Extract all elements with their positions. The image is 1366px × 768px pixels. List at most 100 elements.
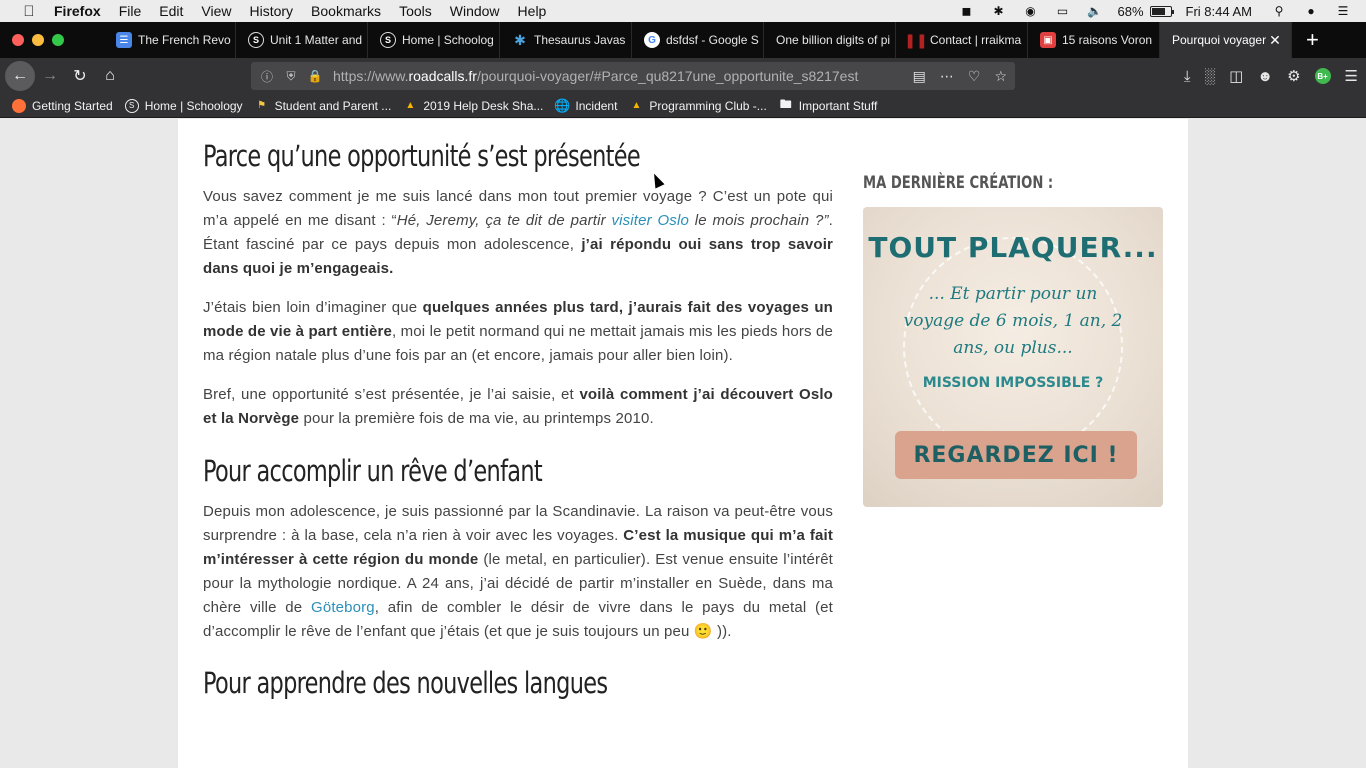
heading-opportunite: Parce qu’une opportunité s’est présentée [203,139,641,173]
drive-icon: ▲ [631,100,642,111]
promo-banner[interactable]: TOUT PLAQUER... ... Et partir pour un vo… [863,207,1163,507]
wifi-icon[interactable]: ◉ [1022,4,1040,18]
bookmark-label: Student and Parent ... [274,98,392,113]
firefox-icon [12,98,26,113]
bluetooth-icon[interactable]: ✱ [990,4,1008,18]
bars-icon: ❚❚ [904,31,928,48]
promo-subline: ... Et partir pour un voyage de 6 mois, … [903,284,1123,358]
tracking-shield-icon[interactable]: ⛨ [283,69,299,84]
bookmark-label: Getting Started [32,98,113,113]
menu-window[interactable]: Window [450,3,500,19]
bookmark-help-desk[interactable]: ▲ 2019 Help Desk Sha... [403,99,543,113]
tab-strip: ☰ The French Revo S Unit 1 Matter and S … [0,22,1366,58]
reload-icon[interactable]: ↻ [65,61,95,91]
library-icon[interactable]: ░ [1204,68,1215,85]
tab-google-search[interactable]: G dsfdsf - Google S [632,22,764,58]
bookmark-student-parent[interactable]: ⚑ Student and Parent ... [255,98,392,113]
promo-question: MISSION IMPOSSIBLE ? [922,375,1104,391]
close-tab-icon[interactable]: ✕ [1267,32,1283,49]
extension-icon[interactable]: ⚙ [1287,67,1300,85]
bookmark-important-stuff[interactable]: 🖿 Important Stuff [779,97,878,113]
menu-view[interactable]: View [201,3,231,19]
article: Parce qu’une opportunité s’est présentée… [203,139,833,712]
notification-center-icon[interactable]: ☰ [1334,4,1352,18]
schoology-icon: S [248,32,264,48]
menu-edit[interactable]: Edit [159,3,183,19]
menu-history[interactable]: History [249,3,293,19]
tab-schoology-home[interactable]: S Home | Schoolog [368,22,500,58]
paragraph-4: Depuis mon adolescence, je suis passionn… [203,503,834,640]
flag-icon: ⚑ [257,100,267,111]
tab-label: 15 raisons Voron [1062,33,1153,47]
cube-icon[interactable]: ◼ [958,4,976,18]
bookmark-schoology-home[interactable]: S Home | Schoology [124,98,243,113]
paragraph-2: J’étais bien loin d’imaginer que quelque… [203,299,833,364]
tab-label: Contact | rraikma [930,33,1022,47]
macos-menu-bar:  Firefox File Edit View History Bookmar… [0,0,1366,22]
tab-label: Home | Schoolog [402,33,494,47]
tab-pi-digits[interactable]: One billion digits of pi [764,22,896,58]
volume-icon[interactable]: 🔈 [1086,4,1104,18]
downloads-icon[interactable]: ⤓ [1184,68,1191,85]
menu-file[interactable]: File [119,3,142,19]
minimize-window-button[interactable] [32,34,44,46]
pocket-icon[interactable]: ♡ [968,68,981,85]
menu-clock[interactable]: Fri 8:44 AM [1186,4,1252,19]
airplay-icon[interactable]: ▭ [1054,4,1072,18]
bookmark-programming-club[interactable]: ▲ Programming Club -... [629,99,766,113]
heading-langues: Pour apprendre des nouvelles langues [203,666,608,700]
tab-label: The French Revo [138,33,231,47]
url-bar[interactable]: ⓘ ⛨ 🔒 https://www.roadcalls.fr/pourquoi-… [251,62,1015,90]
heading-reve-enfant: Pour accomplir un rêve d’enfant [203,454,543,488]
home-icon[interactable]: ⌂ [95,61,125,91]
menu-bookmarks[interactable]: Bookmarks [311,3,381,19]
tab-pourquoi-voyager[interactable]: Pourquoi voyager ✕ [1160,22,1292,58]
close-window-button[interactable] [12,34,24,46]
tab-french-revolution[interactable]: ☰ The French Revo [104,22,236,58]
bookmark-star-icon[interactable]: ☆ [994,68,1007,85]
zoom-window-button[interactable] [52,34,64,46]
tab-unit1-matter[interactable]: S Unit 1 Matter and [236,22,368,58]
tab-thesaurus[interactable]: ✱ Thesaurus Javas [500,22,632,58]
account-icon[interactable]: ☻ [1257,68,1273,85]
siri-icon[interactable]: ● [1302,4,1320,18]
new-tab-icon[interactable]: + [1306,27,1319,53]
lock-icon[interactable]: 🔒 [307,69,323,83]
forward-arrow-icon[interactable]: → [35,61,65,91]
extension-b-plus-icon[interactable]: B+ [1314,68,1331,84]
bookmarks-toolbar: Getting Started S Home | Schoology ⚑ Stu… [0,94,1366,118]
promo-headline: TOUT PLAQUER... [868,231,1158,264]
promo-cta-button[interactable]: REGARDEZ ICI ! [895,431,1137,479]
menu-app-firefox[interactable]: Firefox [54,3,101,19]
bookmark-incident[interactable]: 🌐 Incident [554,97,617,113]
tab-contact[interactable]: ❚❚ Contact | rraikma [896,22,1028,58]
reader-view-icon[interactable]: ▤ [913,68,926,85]
info-icon[interactable]: ⓘ [259,68,275,85]
bookmark-label: 2019 Help Desk Sha... [423,98,544,113]
tab-label: Thesaurus Javas [534,33,626,47]
smiley-emoji-icon: 🙂 [693,623,713,640]
content-area: Parce qu’une opportunité s’est présentée… [178,119,1188,768]
link-goteborg[interactable]: Göteborg [311,599,375,616]
page-actions-icon[interactable]: ⋯ [940,68,954,85]
puzzle-icon: ✱ [514,31,526,48]
back-arrow-icon[interactable]: ← [5,61,35,91]
menu-help[interactable]: Help [518,3,547,19]
globe-icon: 🌐 [554,97,571,113]
photo-icon: ▣ [1040,32,1056,48]
menu-tools[interactable]: Tools [399,3,432,19]
battery-icon[interactable] [1149,5,1174,17]
bookmark-getting-started[interactable]: Getting Started [12,98,113,113]
apple-icon[interactable]:  [20,3,38,20]
google-icon: G [644,32,660,48]
bookmark-label: Important Stuff [798,98,878,113]
sidebar-icon[interactable]: ◫ [1229,67,1243,85]
battery-percent: 68% [1117,3,1144,19]
hamburger-menu-icon[interactable]: ☰ [1345,67,1358,85]
docs-icon: ☰ [116,32,132,48]
link-visiter-oslo[interactable]: visiter Oslo [612,212,689,229]
tab-15-raisons[interactable]: ▣ 15 raisons Voron [1028,22,1160,58]
bookmark-label: Programming Club -... [649,98,767,113]
url-text[interactable]: https://www.roadcalls.fr/pourquoi-voyage… [333,68,863,84]
spotlight-search-icon[interactable]: ⚲ [1270,4,1288,18]
